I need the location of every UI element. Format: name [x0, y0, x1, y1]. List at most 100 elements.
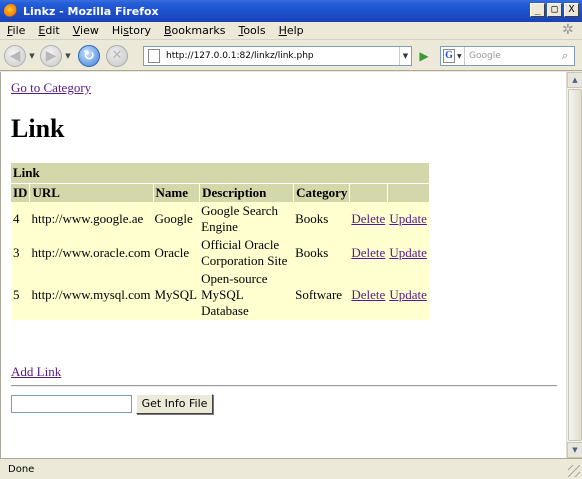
cell-url: http://www.mysql.com: [29, 270, 153, 320]
table-row: 3 http://www.oracle.com Oracle Official …: [11, 236, 429, 270]
google-icon: G: [443, 49, 455, 63]
menu-label: ools: [243, 24, 266, 37]
menu-accelerator: H: [278, 24, 287, 37]
menu-accelerator: B: [164, 24, 172, 37]
forward-history-dropdown[interactable]: ▼: [64, 52, 72, 60]
status-bar: Done: [0, 458, 582, 479]
table-row: 5 http://www.mysql.com MySQL Open-source…: [11, 270, 429, 320]
update-link[interactable]: Update: [389, 287, 427, 302]
address-dropdown-icon[interactable]: ▼: [399, 47, 411, 65]
menu-bookmarks[interactable]: Bookmarks: [157, 24, 231, 37]
menu-view[interactable]: View: [66, 24, 105, 37]
back-arrow-icon: ◀: [9, 47, 21, 64]
cell-update: Update: [387, 236, 429, 270]
delete-link[interactable]: Delete: [351, 211, 385, 226]
chevron-down-icon: ▼: [457, 52, 462, 60]
menu-label: ookmarks: [171, 24, 226, 37]
column-header-update: [387, 183, 429, 202]
get-info-file-button[interactable]: Get Info File: [136, 394, 213, 414]
go-button[interactable]: ▶: [416, 48, 432, 64]
search-icon[interactable]: ⌕: [557, 48, 573, 64]
column-header-description: Description: [199, 183, 294, 202]
menu-tools[interactable]: Tools: [231, 24, 271, 37]
title-bar[interactable]: Linkz - Mozilla Firefox _ □ X: [0, 0, 582, 22]
page-title: Link: [11, 114, 65, 143]
delete-link[interactable]: Delete: [351, 245, 385, 260]
horizontal-rule: [11, 385, 557, 387]
cell-id: 4: [11, 202, 30, 236]
menu-file[interactable]: File: [0, 24, 31, 37]
scroll-up-arrow-icon[interactable]: ▲: [567, 72, 582, 88]
column-header-delete: [349, 183, 388, 202]
column-header-category: Category: [293, 183, 350, 202]
window-title: Linkz - Mozilla Firefox: [23, 4, 159, 18]
vertical-scrollbar[interactable]: ▲ ▼: [566, 72, 582, 458]
column-header-url: URL: [29, 183, 153, 202]
page-icon: [148, 49, 160, 63]
menu-label: elp: [286, 24, 304, 37]
cell-url: http://www.oracle.com: [29, 236, 153, 270]
search-engine-selector[interactable]: G ▼: [441, 47, 465, 65]
update-link[interactable]: Update: [389, 245, 427, 260]
column-header-id: ID: [11, 183, 30, 202]
menu-label: iew: [80, 24, 99, 37]
description-line: Official Oracle: [201, 237, 280, 252]
table-row: 4 http://www.google.ae Google Google Sea…: [11, 202, 429, 236]
menu-history[interactable]: History: [105, 24, 157, 37]
cell-update: Update: [387, 270, 429, 320]
description-line: MySQL: [201, 287, 244, 302]
stop-button[interactable]: ✕: [106, 44, 128, 67]
delete-link[interactable]: Delete: [351, 287, 385, 302]
firefox-icon: [4, 4, 18, 18]
close-button[interactable]: X: [564, 3, 579, 17]
reload-button[interactable]: ↻: [78, 44, 100, 67]
window-controls: _ □ X: [530, 3, 579, 17]
cell-description: Google Search Engine: [199, 202, 294, 236]
go-to-category-link[interactable]: Go to Category: [11, 80, 91, 96]
cell-update: Update: [387, 202, 429, 236]
address-input[interactable]: http://127.0.0.1:82/linkz/link.php: [166, 51, 314, 61]
menu-edit[interactable]: Edit: [31, 24, 65, 37]
search-bar[interactable]: G ▼ Google ⌕: [440, 46, 575, 66]
cell-delete: Delete: [349, 236, 388, 270]
description-line: Open-source: [201, 271, 268, 286]
file-url-input[interactable]: [11, 395, 132, 413]
resize-grip-icon[interactable]: [568, 465, 580, 477]
forward-button[interactable]: ▶: [40, 44, 62, 67]
search-input[interactable]: Google: [469, 51, 557, 61]
cell-category: Books: [293, 202, 350, 236]
activity-throbber-icon: ✲: [562, 22, 574, 38]
description-line: Database: [201, 303, 249, 318]
update-link[interactable]: Update: [389, 211, 427, 226]
description-line: Engine: [201, 219, 238, 234]
address-bar[interactable]: http://127.0.0.1:82/linkz/link.php ▼: [143, 46, 412, 66]
maximize-button[interactable]: □: [547, 3, 562, 17]
cell-delete: Delete: [349, 202, 388, 236]
add-link-link[interactable]: Add Link: [11, 364, 61, 380]
cell-url: http://www.google.ae: [29, 202, 153, 236]
link-table: Link ID URL Name Description Category 4 …: [11, 163, 429, 320]
description-line: Google Search: [201, 203, 279, 218]
cell-name: MySQL: [152, 270, 200, 320]
menu-bar: File Edit View History Bookmarks Tools H…: [0, 22, 582, 40]
scrollbar-thumb[interactable]: [568, 89, 582, 441]
table-caption-row: Link: [11, 163, 429, 183]
go-arrow-icon: ▶: [419, 49, 429, 63]
cell-category: Software: [293, 270, 350, 320]
cell-description: Official Oracle Corporation Site: [199, 236, 294, 270]
reload-icon: ↻: [83, 47, 95, 64]
menu-help[interactable]: Help: [272, 24, 310, 37]
cell-description: Open-source MySQL Database: [199, 270, 294, 320]
minimize-button[interactable]: _: [530, 3, 545, 17]
back-button[interactable]: ◀: [4, 44, 26, 67]
table-caption: Link: [11, 163, 429, 183]
table-header-row: ID URL Name Description Category: [11, 183, 429, 202]
cell-name: Oracle: [152, 236, 200, 270]
scroll-down-arrow-icon[interactable]: ▼: [567, 442, 582, 458]
column-header-name: Name: [152, 183, 200, 202]
back-history-dropdown[interactable]: ▼: [28, 52, 36, 60]
status-text: Done: [8, 463, 35, 475]
description-line: Corporation Site: [201, 253, 288, 268]
menu-accelerator: V: [72, 24, 81, 37]
stop-icon: ✕: [111, 47, 123, 63]
